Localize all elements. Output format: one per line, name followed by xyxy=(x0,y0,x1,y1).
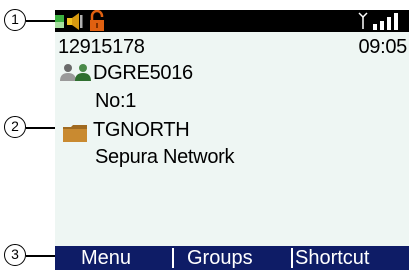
lock-icon xyxy=(90,10,104,31)
shortcut-softkey[interactable]: Shortcut xyxy=(295,246,369,270)
softkey-separator xyxy=(172,248,174,268)
softkey-bar: Menu Groups Shortcut xyxy=(55,246,409,270)
signal-bars-icon xyxy=(373,13,398,30)
folder-name: TGNORTH xyxy=(93,119,190,141)
callout-2: 2 xyxy=(4,116,26,138)
callout-1-leader xyxy=(26,20,56,22)
status-bar xyxy=(55,10,409,32)
group-icon xyxy=(60,64,91,81)
callout-3-leader xyxy=(26,255,56,257)
callout-1: 1 xyxy=(4,9,26,31)
clock-time: 09:05 xyxy=(358,36,407,58)
callout-2-leader xyxy=(26,127,56,129)
folder-icon xyxy=(63,125,87,142)
softkey-separator xyxy=(291,248,293,268)
menu-softkey[interactable]: Menu xyxy=(81,246,131,270)
speaker-icon xyxy=(67,13,83,30)
callout-3: 3 xyxy=(4,244,26,266)
battery-indicator-icon xyxy=(55,15,64,28)
antenna-icon xyxy=(358,12,368,29)
groups-softkey[interactable]: Groups xyxy=(187,246,253,270)
device-screen: 12915178 09:05 DGRE5016 No:1 TGNORTH Sep… xyxy=(55,10,409,270)
talkgroup-name: DGRE5016 xyxy=(93,62,193,84)
network-name: Sepura Network xyxy=(95,146,235,168)
subscriber-number: 12915178 xyxy=(58,36,145,58)
talkgroup-number: No:1 xyxy=(95,90,137,112)
